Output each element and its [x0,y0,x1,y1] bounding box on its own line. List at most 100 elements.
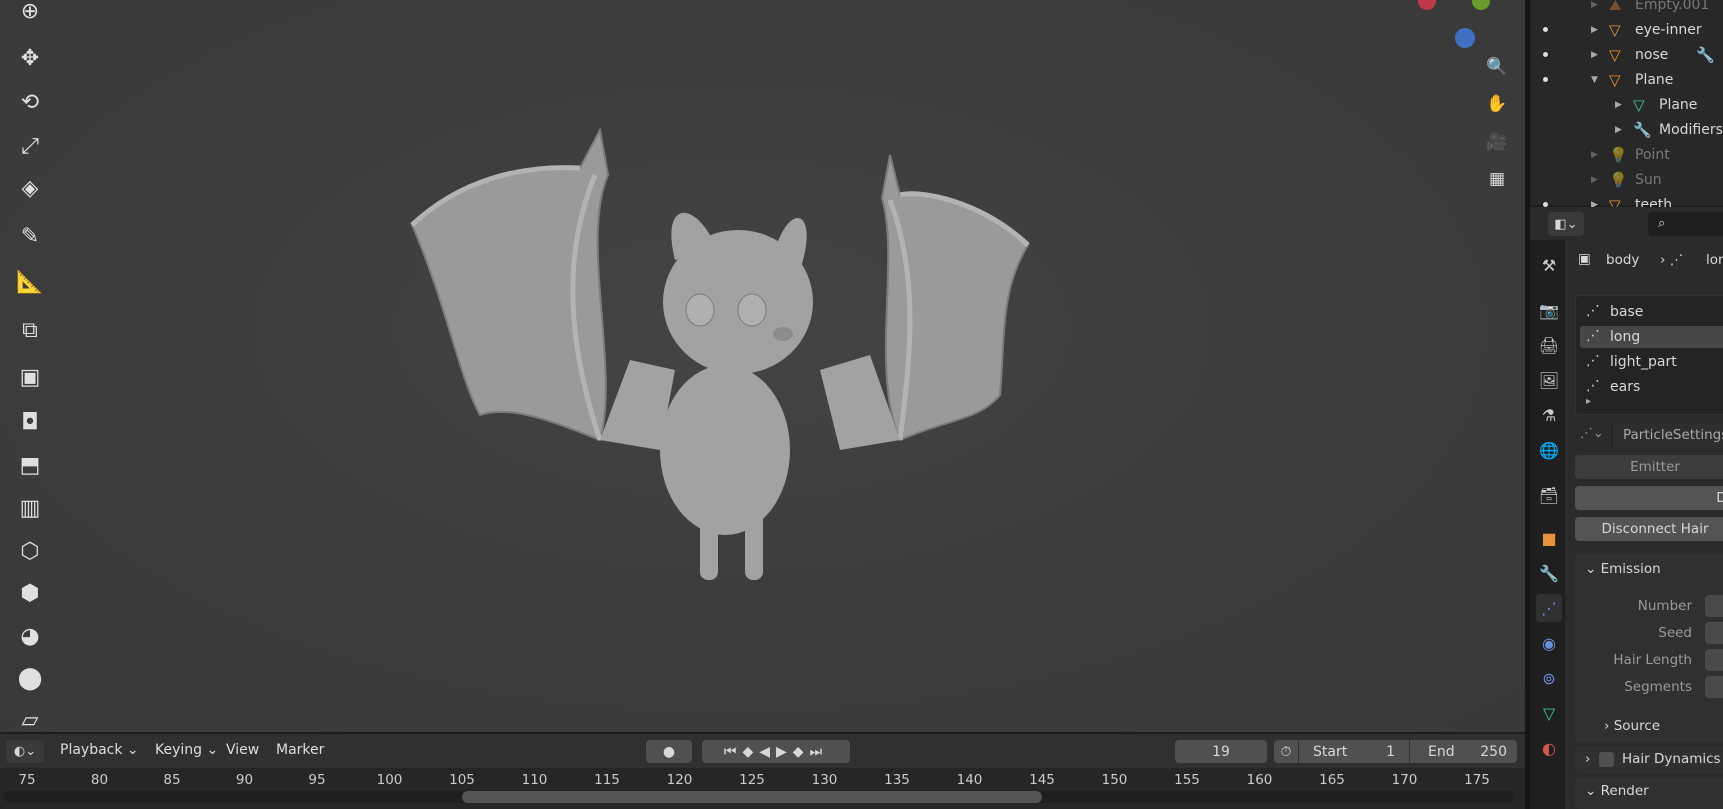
measure-icon[interactable]: 📐 [10,264,50,300]
collapsed-arrow-icon[interactable]: ▶ [1591,25,1598,35]
scene-tab-icon[interactable]: ⚗ [1536,401,1562,429]
render-header[interactable]: ⌄ Render [1585,783,1649,799]
extrude-icon[interactable]: ▣ [10,359,50,395]
particle-system-item[interactable]: ⋰ base [1580,301,1723,323]
gizmo-neg-z-axis[interactable] [1455,28,1475,48]
data-tab-icon[interactable]: ▽ [1536,699,1562,727]
menu-view[interactable]: View [226,742,259,758]
shear-icon[interactable]: ▱ [10,702,50,738]
end-frame-field[interactable]: End 250 [1410,740,1517,763]
particle-system-item[interactable]: ⋰ long [1580,326,1723,348]
outliner-item[interactable]: ▶ 💡 Sun [1531,167,1723,192]
material-tab-icon[interactable]: ◐ [1536,734,1562,762]
zoom-icon[interactable]: 🔍 [1482,52,1512,82]
list-expand-arrow-icon[interactable]: ▸ [1586,396,1591,407]
cursor-icon[interactable]: ⊕ [10,0,50,29]
hair-dynamics-header[interactable]: › Hair Dynamics [1585,751,1721,767]
gizmo-y-axis[interactable] [1472,0,1490,10]
pan-hand-icon[interactable]: ✋ [1482,89,1512,119]
outliner-item[interactable]: ▶ 🔧 Modifiers [1531,117,1723,142]
timeline-ruler[interactable]: 75 80 85 90 95 100 105 110 115 120 125 130 135 140 145… [0,768,1525,809]
menu-keying[interactable]: Keying ⌄ [155,742,218,758]
timeline-scrollbar-handle[interactable] [462,791,1042,803]
particle-settings-type-icon[interactable]: ⋰⌄ [1580,426,1604,441]
menu-playback[interactable]: Playback ⌄ [60,742,139,758]
world-tab-icon[interactable]: 🌐 [1536,436,1562,464]
smooth-icon[interactable]: ⬤ [10,660,50,696]
constraints-tab-icon[interactable]: ⊚ [1536,664,1562,692]
emission-field[interactable] [1705,622,1723,644]
menu-marker[interactable]: Marker [276,742,324,758]
emission-field[interactable] [1705,676,1723,698]
source-subpanel-header[interactable]: › Source [1604,718,1660,734]
collapsed-arrow-icon[interactable]: ▶ [1591,0,1598,10]
emitter-button[interactable]: Emitter [1575,455,1723,479]
collapsed-arrow-icon[interactable]: ▶ [1615,125,1622,135]
output-tab-icon[interactable]: 🖨 [1536,331,1562,359]
move-icon[interactable]: ✥ [10,40,50,76]
knife-icon[interactable]: ⬡ [10,533,50,569]
grid-icon[interactable]: ▦ [1482,164,1512,194]
outliner-item[interactable]: ▶ ▽ Plane [1531,92,1723,117]
disconnect-hair-button[interactable]: Disconnect Hair [1575,517,1723,541]
particle-systems-list[interactable]: ⋰ base ⋰ long ⋰ light_part ⋰ ears ▸ [1575,295,1723,415]
rotate-icon[interactable]: ⟲ [10,84,50,120]
camera-icon[interactable]: 🎥 [1482,127,1512,157]
transform-icon[interactable]: ◈ [10,170,50,206]
object-tab-icon[interactable]: ■ [1536,524,1562,552]
menu-label: Playback [60,742,123,758]
stopwatch-icon[interactable]: ⏱ [1274,740,1298,763]
spin-icon[interactable]: ◕ [10,618,50,654]
visibility-dot[interactable] [1543,52,1548,57]
collection-tab-icon[interactable]: 🗃 [1536,481,1562,509]
collapsed-arrow-icon[interactable]: ▶ [1591,150,1598,160]
field-label: Hair Length [1613,652,1692,668]
gizmo-x-axis[interactable] [1418,0,1436,10]
area-divider[interactable] [1525,0,1530,809]
collapsed-arrow-icon[interactable]: ▶ [1615,100,1622,110]
3d-viewport[interactable]: ⊕ ✥ ⟲ ⤢ ◈ ✎ 📐 ⧉ ▣ ◘ ⬒ ▥ ⬡ ⬢ ◕ ⬤ ▱ 🔍 ✋ 🎥 ▦ [0,0,1525,733]
hair-dynamics-checkbox[interactable] [1598,751,1614,767]
delete-button[interactable]: De [1575,486,1723,510]
modifier-tab-icon[interactable]: 🔧 [1536,559,1562,587]
loop-cut-icon[interactable]: ▥ [10,490,50,526]
start-frame-field[interactable]: Start 1 [1299,740,1409,763]
particle-system-item[interactable]: ⋰ ears [1580,376,1723,398]
view-layer-tab-icon[interactable]: 🖼 [1536,366,1562,394]
particle-system-item[interactable]: ⋰ light_part [1580,351,1723,373]
search-icon[interactable]: ⌕ [1648,212,1723,236]
outliner-item[interactable]: ▶ ⛰ Empty.001 [1531,0,1723,17]
playback-controls[interactable]: ⏮◆◀▶◆⏭ [702,740,850,763]
render-tab-icon[interactable]: 📷 [1536,296,1562,324]
scale-icon[interactable]: ⤢ [10,128,50,164]
wrench-icon: 🔧 [1633,120,1652,139]
tool-tab-icon[interactable]: ⚒ [1536,251,1562,279]
outliner[interactable]: ▶ ⛰ Empty.001 ▶ ▽ eye-inner ▶ ▽ nose 🔧 ▼ ▽ Plane ▶ ▽ Pl… [1530,0,1723,214]
collapsed-arrow-icon[interactable]: ▶ [1591,175,1598,185]
physics-tab-icon[interactable]: ◉ [1536,629,1562,657]
emission-field[interactable] [1705,595,1723,617]
outliner-item[interactable]: ▶ ▽ nose 🔧 [1531,42,1723,67]
expanded-arrow-icon[interactable]: ▼ [1591,75,1598,85]
outliner-item[interactable]: ▶ 💡 Point [1531,142,1723,167]
inset-icon[interactable]: ◘ [10,404,50,440]
collapsed-arrow-icon[interactable]: ▶ [1591,50,1598,60]
emission-header[interactable]: ⌄ Emission [1585,561,1661,577]
annotate-icon[interactable]: ✎ [10,218,50,254]
emission-panel [1575,553,1723,743]
outliner-item[interactable]: ▼ ▽ Plane [1531,67,1723,92]
poly-build-icon[interactable]: ⬢ [10,575,50,611]
outliner-item-label: Point [1635,146,1670,163]
outliner-item[interactable]: ▶ ▽ eye-inner [1531,17,1723,42]
particle-settings-name[interactable]: ParticleSettings [1612,424,1723,448]
add-cube-icon[interactable]: ⧉ [10,312,50,348]
bevel-icon[interactable]: ⬒ [10,447,50,483]
visibility-dot[interactable] [1543,27,1548,32]
auto-keying-record-button[interactable]: ● [646,740,692,763]
emission-field[interactable] [1705,649,1723,671]
editor-type-clock-icon[interactable]: ◐⌄ [6,740,44,763]
current-frame-field[interactable]: 19 [1175,740,1267,763]
editor-type-toggle-icon[interactable]: ◧⌄ [1548,212,1584,236]
visibility-dot[interactable] [1543,77,1548,82]
particles-tab-icon[interactable]: ⋰ [1536,594,1562,622]
